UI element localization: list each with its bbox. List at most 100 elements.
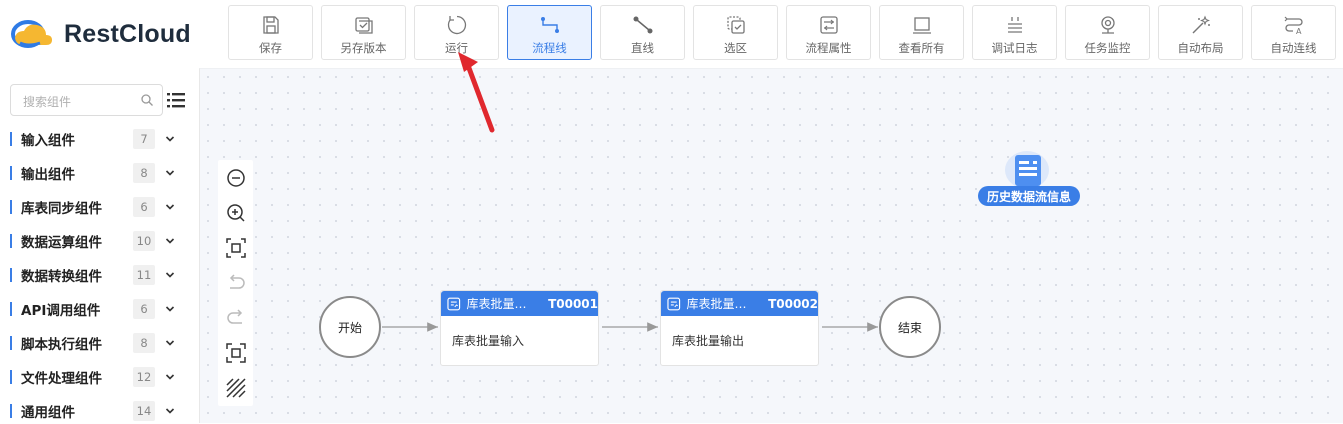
- chevron-down-icon[interactable]: [164, 371, 176, 383]
- flow-properties-icon: [819, 16, 838, 34]
- task-title: 库表批量…: [686, 297, 747, 311]
- save-version-icon: [354, 17, 373, 34]
- grid-toggle-icon[interactable]: [225, 377, 247, 399]
- chevron-down-icon[interactable]: [164, 235, 176, 247]
- history-document-icon: [1005, 151, 1049, 189]
- category-count: 12: [133, 367, 155, 387]
- category-api-call-components[interactable]: API调用组件 6: [10, 296, 190, 322]
- task-monitor-button[interactable]: 任务监控: [1065, 5, 1150, 60]
- category-label: 文件处理组件: [21, 371, 102, 387]
- straight-line-button[interactable]: 直线: [600, 5, 685, 60]
- view-all-button[interactable]: 查看所有: [879, 5, 964, 60]
- chevron-down-icon[interactable]: [164, 269, 176, 281]
- category-general-components[interactable]: 通用组件 14: [10, 398, 190, 424]
- category-count: 7: [133, 129, 155, 149]
- save-button[interactable]: 保存: [228, 5, 313, 60]
- zoom-out-icon[interactable]: [225, 167, 247, 189]
- category-label: 库表同步组件: [21, 201, 102, 217]
- task-monitor-icon: [1100, 16, 1115, 34]
- task-code: T00002: [768, 296, 818, 311]
- undo-icon[interactable]: [225, 272, 247, 294]
- debug-log-button[interactable]: 调试日志: [972, 5, 1057, 60]
- category-marker: [10, 234, 12, 248]
- select-area-icon: [726, 16, 745, 34]
- task-code: T00001: [548, 296, 598, 311]
- category-label: 通用组件: [21, 405, 75, 421]
- category-table-sync-components[interactable]: 库表同步组件 6: [10, 194, 190, 220]
- list-view-icon[interactable]: [166, 90, 186, 110]
- category-label: API调用组件: [21, 303, 101, 319]
- task-monitor-label: 任务监控: [1084, 41, 1131, 55]
- select-area-label: 选区: [724, 41, 747, 55]
- category-marker: [10, 132, 12, 146]
- category-count: 10: [133, 231, 155, 251]
- auto-connect-label: 自动连线: [1270, 41, 1317, 55]
- view-all-icon: [912, 17, 931, 34]
- fullscreen-icon[interactable]: [225, 342, 247, 364]
- component-sidebar: 搜索组件 输入组件 7 输出组件 8 库表同步组件 6 数据运算组件 10 数据转换组件…: [0, 68, 198, 423]
- chevron-down-icon[interactable]: [164, 337, 176, 349]
- task-description: 库表批量输入: [452, 334, 525, 348]
- table-batch-icon: [447, 297, 461, 310]
- task-header: 库表批量… T00002: [661, 291, 818, 316]
- chevron-down-icon[interactable]: [164, 303, 176, 315]
- category-marker: [10, 370, 12, 384]
- zoom-in-icon[interactable]: [225, 202, 247, 224]
- run-icon: [447, 15, 466, 35]
- task-description: 库表批量输出: [672, 334, 745, 348]
- task-header: 库表批量… T00001: [441, 291, 598, 316]
- category-count: 8: [133, 333, 155, 353]
- search-placeholder: 搜索组件: [23, 95, 72, 109]
- category-count: 8: [133, 163, 155, 183]
- chevron-down-icon[interactable]: [164, 167, 176, 179]
- chevron-down-icon[interactable]: [164, 201, 176, 213]
- chevron-down-icon[interactable]: [164, 133, 176, 145]
- start-label: 开始: [337, 320, 362, 335]
- auto-connect-icon: A: [1284, 16, 1303, 36]
- category-label: 数据转换组件: [21, 269, 102, 285]
- category-label: 输出组件: [21, 167, 75, 183]
- search-icon[interactable]: [140, 93, 154, 107]
- start-node[interactable]: 开始: [319, 296, 381, 358]
- auto-layout-button[interactable]: 自动布局: [1158, 5, 1243, 60]
- category-marker: [10, 404, 12, 418]
- search-input[interactable]: 搜索组件: [10, 84, 163, 116]
- canvas-controls: [218, 160, 253, 406]
- cloud-logo-icon: [11, 20, 52, 48]
- category-input-components[interactable]: 输入组件 7: [10, 126, 190, 152]
- auto-connect-button[interactable]: A 自动连线: [1251, 5, 1336, 60]
- fit-screen-icon[interactable]: [225, 237, 247, 259]
- category-label: 脚本执行组件: [21, 337, 102, 353]
- category-count: 11: [133, 265, 155, 285]
- category-marker: [10, 166, 12, 180]
- task-node[interactable]: 库表批量… T00001 库表批量输入: [440, 290, 599, 366]
- category-count: 6: [133, 299, 155, 319]
- redo-icon[interactable]: [225, 307, 247, 329]
- svg-text:A: A: [1296, 27, 1302, 36]
- flow-canvas[interactable]: [199, 68, 1343, 423]
- select-area-button[interactable]: 选区: [693, 5, 778, 60]
- category-marker: [10, 268, 12, 282]
- task-node[interactable]: 库表批量… T00002 库表批量输出: [660, 290, 819, 366]
- end-node[interactable]: 结束: [879, 296, 941, 358]
- task-title: 库表批量…: [466, 297, 527, 311]
- straight-line-icon: [633, 16, 652, 34]
- category-data-compute-components[interactable]: 数据运算组件 10: [10, 228, 190, 254]
- table-batch-icon: [667, 297, 681, 310]
- annotation-arrow: [458, 52, 495, 133]
- flow-line-button[interactable]: 流程线: [507, 5, 592, 60]
- history-label: 历史数据流信息: [978, 186, 1080, 206]
- category-count: 14: [133, 401, 155, 421]
- category-script-components[interactable]: 脚本执行组件 8: [10, 330, 190, 356]
- category-output-components[interactable]: 输出组件 8: [10, 160, 190, 186]
- category-marker: [10, 302, 12, 316]
- flow-properties-button[interactable]: 流程属性: [786, 5, 871, 60]
- category-count: 6: [133, 197, 155, 217]
- save-version-button[interactable]: 另存版本: [321, 5, 406, 60]
- category-data-transform-components[interactable]: 数据转换组件 11: [10, 262, 190, 288]
- save-label: 保存: [259, 41, 282, 55]
- chevron-down-icon[interactable]: [164, 405, 176, 417]
- straight-line-label: 直线: [631, 41, 654, 55]
- category-file-components[interactable]: 文件处理组件 12: [10, 364, 190, 390]
- history-dataflow-node[interactable]: 历史数据流信息: [978, 150, 1082, 210]
